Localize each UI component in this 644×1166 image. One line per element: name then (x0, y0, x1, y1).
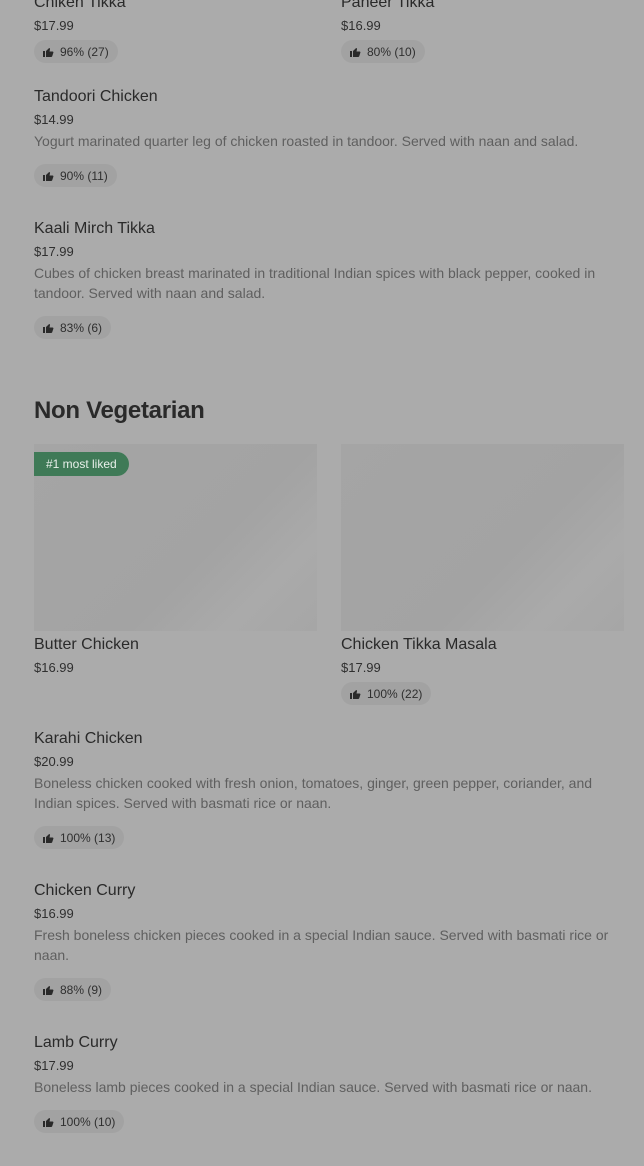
item-price: $16.99 (34, 660, 74, 675)
item-description: Fresh boneless chicken pieces cooked in … (34, 927, 609, 963)
item-description: Cubes of chicken breast marinated in tra… (34, 265, 596, 301)
item-name[interactable]: Paneer Tikka (341, 0, 434, 12)
thumbs-up-icon (42, 832, 54, 844)
item-name[interactable]: Chiken Tikka (34, 0, 126, 12)
item-description: Boneless chicken cooked with fresh onion… (34, 775, 593, 811)
list-item[interactable]: Lamb Curry $17.99 Boneless lamb pieces c… (34, 1034, 624, 1097)
item-price: $20.99 (34, 754, 74, 769)
rating-text: 96% (27) (60, 44, 109, 59)
thumbs-up-icon (42, 1116, 54, 1128)
section-title: Non Vegetarian (34, 397, 205, 424)
most-liked-badge: #1 most liked (34, 452, 129, 476)
item-name[interactable]: Butter Chicken (34, 636, 139, 654)
item-price: $14.99 (34, 112, 74, 127)
item-name: Chicken Curry (34, 882, 136, 899)
item-price: $16.99 (34, 906, 74, 921)
item-name: Karahi Chicken (34, 730, 143, 747)
rating-text: 100% (10) (60, 1114, 116, 1129)
list-item[interactable]: Kaali Mirch Tikka $17.99 Cubes of chicke… (34, 220, 624, 303)
rating-pill: 96% (27) (34, 40, 118, 63)
thumbs-up-icon (42, 170, 54, 182)
item-price: $17.99 (34, 244, 74, 259)
rating-pill: 90% (11) (34, 164, 117, 187)
rating-text: 100% (13) (60, 830, 116, 845)
thumbs-up-icon (42, 984, 54, 996)
rating-text: 100% (22) (367, 686, 423, 701)
item-name[interactable]: Chicken Tikka Masala (341, 636, 497, 654)
rating-pill: 88% (9) (34, 978, 112, 1001)
item-image[interactable]: #1 most liked (34, 444, 317, 631)
item-name: Lamb Curry (34, 1034, 118, 1051)
rating-pill: 100% (13) (34, 826, 125, 849)
list-item[interactable]: Chicken Curry $16.99 Fresh boneless chic… (34, 882, 624, 965)
rating-text: 88% (9) (60, 982, 103, 997)
item-description: Boneless lamb pieces cooked in a special… (34, 1079, 592, 1095)
rating-text: 80% (10) (367, 44, 416, 59)
item-price: $17.99 (341, 660, 381, 675)
rating-pill: 80% (10) (341, 40, 425, 63)
item-price: $17.99 (34, 18, 74, 33)
rating-text: 90% (11) (60, 168, 108, 183)
thumbs-up-icon (349, 46, 361, 58)
item-name: Tandoori Chicken (34, 88, 158, 105)
item-price: $17.99 (34, 1058, 74, 1073)
rating-pill: 83% (6) (34, 316, 112, 339)
thumbs-up-icon (42, 46, 54, 58)
item-description: Yogurt marinated quarter leg of chicken … (34, 133, 579, 149)
list-item[interactable]: Tandoori Chicken $14.99 Yogurt marinated… (34, 88, 624, 151)
item-name: Kaali Mirch Tikka (34, 220, 155, 237)
rating-text: 83% (6) (60, 320, 103, 335)
thumbs-up-icon (349, 688, 361, 700)
rating-pill: 100% (22) (341, 682, 432, 705)
item-price: $16.99 (341, 18, 381, 33)
thumbs-up-icon (42, 322, 54, 334)
list-item[interactable]: Karahi Chicken $20.99 Boneless chicken c… (34, 730, 624, 813)
rating-pill: 100% (10) (34, 1110, 125, 1133)
item-image[interactable] (341, 444, 624, 631)
